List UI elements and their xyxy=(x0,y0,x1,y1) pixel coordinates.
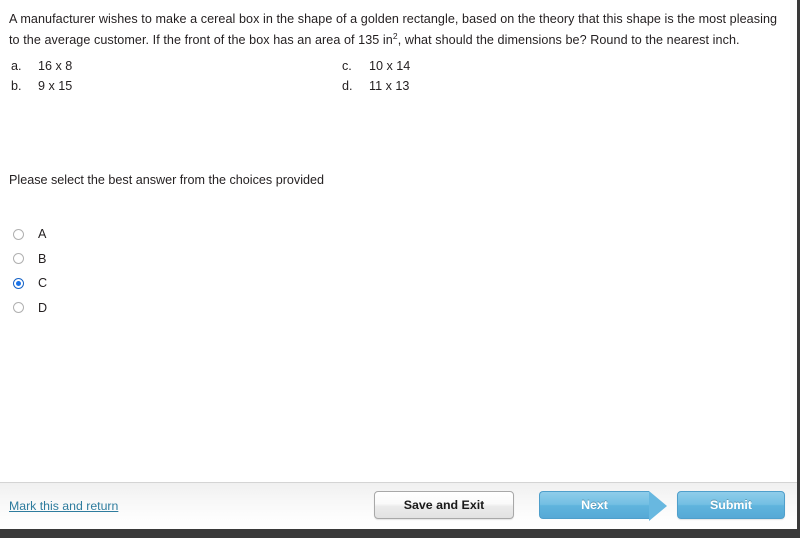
selection-prompt: Please select the best answer from the c… xyxy=(9,173,325,187)
choice-d-key: d. xyxy=(342,79,353,93)
choice-row: a. 16 x 8 c. 10 x 14 xyxy=(9,56,785,76)
question-content: A manufacturer wishes to make a cereal b… xyxy=(0,0,797,96)
radio-option-b[interactable]: B xyxy=(9,247,47,272)
save-and-exit-button[interactable]: Save and Exit xyxy=(374,491,514,519)
choice-row: b. 9 x 15 d. 11 x 13 xyxy=(9,76,785,96)
choice-b: b. 9 x 15 xyxy=(9,76,342,96)
choice-d-value: 11 x 13 xyxy=(369,79,410,93)
submit-button[interactable]: Submit xyxy=(677,491,785,519)
choice-b-value: 9 x 15 xyxy=(38,79,73,93)
radio-option-b-label: B xyxy=(38,251,47,266)
choice-d: d. 11 x 13 xyxy=(342,76,409,96)
answer-choices-list: a. 16 x 8 c. 10 x 14 b. 9 x 15 d. 11 x 1… xyxy=(9,56,785,96)
choice-c: c. 10 x 14 xyxy=(342,56,410,76)
radio-icon[interactable] xyxy=(13,253,24,265)
mark-this-and-return-link[interactable]: Mark this and return xyxy=(9,499,118,513)
choice-c-value: 10 x 14 xyxy=(369,59,411,73)
footer-toolbar: Mark this and return Save and Exit Next … xyxy=(0,482,797,529)
radio-icon[interactable] xyxy=(13,228,24,240)
radio-selected-icon[interactable] xyxy=(13,277,24,289)
radio-option-c[interactable]: C xyxy=(9,271,47,296)
footer-inner: Mark this and return Save and Exit Next … xyxy=(0,483,797,529)
radio-option-c-label: C xyxy=(38,276,48,291)
question-text: A manufacturer wishes to make a cereal b… xyxy=(9,9,785,50)
footer-button-group: Save and Exit Next Submit xyxy=(374,491,785,521)
choice-b-key: b. xyxy=(11,79,22,93)
radio-option-d-label: D xyxy=(38,300,48,315)
radio-icon[interactable] xyxy=(13,302,24,314)
assessment-page: A manufacturer wishes to make a cereal b… xyxy=(0,0,800,538)
question-text-part2: , what should the dimensions be? Round t… xyxy=(397,32,740,47)
radio-option-a-label: A xyxy=(38,227,47,242)
next-button[interactable]: Next xyxy=(539,491,667,521)
radio-option-a[interactable]: A xyxy=(9,222,47,247)
radio-option-d[interactable]: D xyxy=(9,296,47,321)
choice-c-key: c. xyxy=(342,59,352,73)
choice-a-key: a. xyxy=(11,59,22,73)
choice-a-value: 16 x 8 xyxy=(38,59,73,73)
answer-radio-group: A B C D xyxy=(9,222,47,320)
choice-a: a. 16 x 8 xyxy=(9,56,342,76)
